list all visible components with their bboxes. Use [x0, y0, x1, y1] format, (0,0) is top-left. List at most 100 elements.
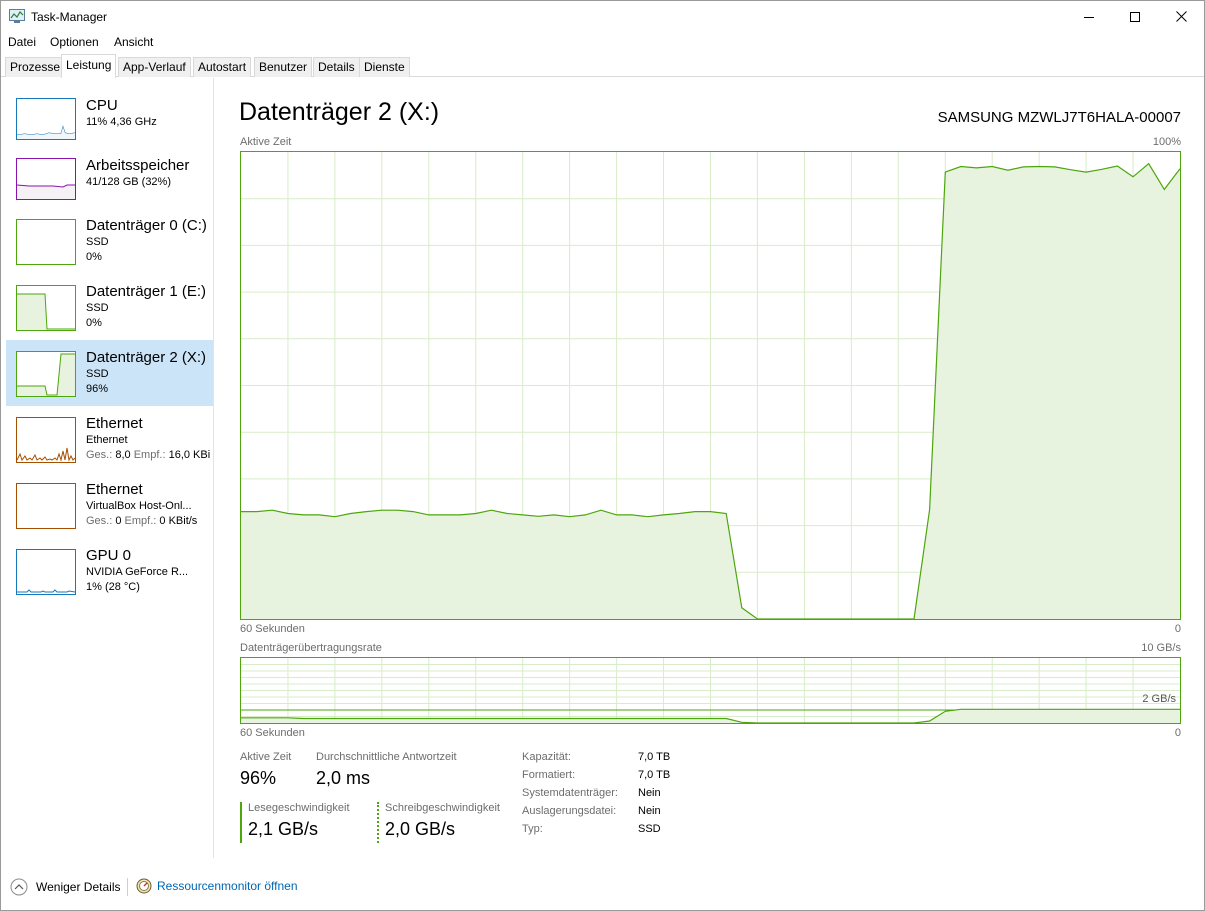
sidebar-item-title: Arbeitsspeicher — [86, 157, 190, 174]
sidebar-item-usage: 1% (28 °C) — [86, 581, 140, 593]
performance-sidebar: CPU 11% 4,36 GHz Arbeitsspeicher 41/128 … — [1, 78, 214, 858]
transfer-chart-mid: 2 GB/s — [1142, 693, 1176, 705]
memory-thumbnail-graph — [16, 158, 76, 200]
task-manager-app-icon — [9, 9, 25, 23]
ethernet-thumbnail-graph — [16, 417, 76, 463]
sidebar-item-ethernet[interactable]: Ethernet Ethernet Ges.: 8,0 Empf.: 16,0 … — [6, 411, 213, 477]
sidebar-item-title: Ethernet — [86, 415, 143, 432]
menu-datei[interactable]: Datei — [8, 35, 36, 49]
menu-bar: Datei Optionen Ansicht — [1, 32, 1204, 52]
sidebar-item-detail: 11% 4,36 GHz — [86, 116, 157, 128]
sidebar-item-gpu-model: NVIDIA GeForce R... — [86, 566, 189, 578]
cpu-thumbnail-graph — [16, 98, 76, 140]
less-details-label: Weniger Details — [36, 880, 121, 894]
sidebar-item-gpu[interactable]: GPU 0 NVIDIA GeForce R... 1% (28 °C) — [6, 543, 213, 609]
active-time-value: 96% — [240, 768, 277, 788]
menu-optionen[interactable]: Optionen — [50, 35, 99, 49]
sidebar-item-title: Datenträger 2 (X:) — [86, 349, 207, 366]
sidebar-item-type: SSD — [86, 368, 109, 380]
active-time-chart — [240, 151, 1181, 620]
disk-2-thumbnail-graph — [16, 351, 76, 397]
property-type-value: SSD — [638, 823, 661, 835]
write-speed-value: 2,0 GB/s — [385, 819, 456, 839]
title-bar[interactable]: Task-Manager — [1, 1, 1204, 32]
task-manager-window: Task-Manager Datei Optionen Ansicht Proz… — [0, 0, 1205, 911]
write-speed-label: Schreibgeschwindigkeit — [385, 802, 500, 814]
tab-benutzer[interactable]: Benutzer — [254, 57, 313, 77]
transfer-chart-x-left: 60 Sekunden — [240, 727, 305, 739]
chevron-up-circle-icon — [10, 878, 28, 896]
sidebar-item-title: Ethernet — [86, 481, 143, 498]
maximize-icon — [1130, 11, 1140, 22]
tab-dienste[interactable]: Dienste — [359, 57, 410, 77]
disk-details-panel: Datenträger 2 (X:) SAMSUNG MZWLJ7T6HALA-… — [215, 78, 1205, 858]
property-system-disk-value: Nein — [638, 787, 661, 799]
tab-app-verlauf[interactable]: App-Verlauf — [118, 57, 191, 77]
resource-monitor-icon — [136, 878, 152, 894]
sidebar-item-disk-0[interactable]: Datenträger 0 (C:) SSD 0% — [6, 213, 213, 279]
close-button[interactable] — [1158, 1, 1204, 32]
maximize-button[interactable] — [1112, 1, 1158, 32]
tab-leistung[interactable]: Leistung — [61, 54, 117, 78]
sidebar-item-usage: 0% — [86, 317, 102, 329]
property-page-file-value: Nein — [638, 805, 661, 817]
sidebar-item-ethernet-virtualbox[interactable]: Ethernet VirtualBox Host-Onl... Ges.: 0 … — [6, 477, 213, 543]
tab-autostart[interactable]: Autostart — [193, 57, 252, 77]
sidebar-item-type: SSD — [86, 236, 109, 248]
minimize-button[interactable] — [1066, 1, 1112, 32]
active-time-chart-label: Aktive Zeit — [240, 136, 292, 148]
transfer-rate-chart: 2 GB/s — [240, 657, 1181, 724]
open-resource-monitor-link[interactable]: Ressourcenmonitor öffnen — [136, 878, 298, 894]
read-speed-indicator — [240, 802, 242, 843]
tab-prozesse[interactable]: Prozesse — [5, 57, 66, 77]
active-time-label: Aktive Zeit — [240, 751, 292, 763]
property-formatted-value: 7,0 TB — [638, 769, 671, 781]
minimize-icon — [1084, 16, 1094, 18]
footer-divider — [127, 878, 128, 896]
avg-response-value: 2,0 ms — [316, 768, 371, 788]
sidebar-item-disk-2[interactable]: Datenträger 2 (X:) SSD 96% — [6, 340, 213, 406]
property-capacity-key: Kapazität: — [522, 751, 571, 763]
sidebar-item-type: SSD — [86, 302, 109, 314]
disk-0-thumbnail-graph — [16, 219, 76, 265]
property-type-key: Typ: — [522, 823, 543, 835]
window-title: Task-Manager — [31, 10, 108, 24]
transfer-chart-max: 10 GB/s — [1141, 642, 1181, 654]
footer-bar: Weniger Details Ressourcenmonitor öffnen — [1, 868, 1204, 906]
sidebar-item-detail: 41/128 GB (32%) — [86, 176, 171, 188]
page-title: Datenträger 2 (X:) — [239, 98, 440, 126]
sidebar-item-title: Datenträger 0 (C:) — [86, 217, 207, 234]
sidebar-item-throughput: Ges.: 8,0 Empf.: 16,0 KBi — [86, 449, 211, 461]
active-time-chart-x-right: 0 — [1174, 623, 1181, 635]
less-details-button[interactable]: Weniger Details — [10, 878, 120, 896]
close-icon — [1175, 11, 1187, 22]
transfer-chart-label: Datenträgerübertragungsrate — [240, 642, 382, 654]
avg-response-label: Durchschnittliche Antwortzeit — [316, 751, 457, 763]
active-time-chart-max: 100% — [1152, 136, 1181, 148]
sidebar-item-title: GPU 0 — [86, 547, 132, 564]
menu-ansicht[interactable]: Ansicht — [114, 35, 153, 49]
sidebar-item-title: Datenträger 1 (E:) — [86, 283, 207, 300]
disk-1-thumbnail-graph — [16, 285, 76, 331]
sidebar-item-title: CPU — [86, 97, 118, 114]
gpu-thumbnail-graph — [16, 549, 76, 595]
sidebar-item-disk-1[interactable]: Datenträger 1 (E:) SSD 0% — [6, 279, 213, 345]
active-time-chart-x-left: 60 Sekunden — [240, 623, 305, 635]
sidebar-item-usage: 96% — [86, 383, 109, 395]
sidebar-item-adapter: Ethernet — [86, 434, 128, 446]
property-capacity-value: 7,0 TB — [638, 751, 671, 763]
sidebar-item-usage: 0% — [86, 251, 102, 263]
sidebar-item-memory[interactable]: Arbeitsspeicher 41/128 GB (32%) — [6, 153, 213, 219]
sidebar-item-adapter: VirtualBox Host-Onl... — [86, 500, 192, 512]
disk-model: SAMSUNG MZWLJ7T6HALA-00007 — [937, 109, 1181, 126]
property-page-file-key: Auslagerungsdatei: — [522, 805, 617, 817]
tab-bar: Prozesse Leistung App-Verlauf Autostart … — [1, 54, 1204, 78]
tab-details[interactable]: Details — [313, 57, 360, 77]
write-speed-indicator — [377, 802, 379, 843]
read-speed-label: Lesegeschwindigkeit — [248, 802, 350, 814]
property-formatted-key: Formatiert: — [522, 769, 576, 781]
ethernet-virtualbox-thumbnail-graph — [16, 483, 76, 529]
sidebar-item-cpu[interactable]: CPU 11% 4,36 GHz — [6, 93, 213, 159]
property-system-disk-key: Systemdatenträger: — [522, 787, 618, 799]
transfer-chart-x-right: 0 — [1174, 727, 1181, 739]
